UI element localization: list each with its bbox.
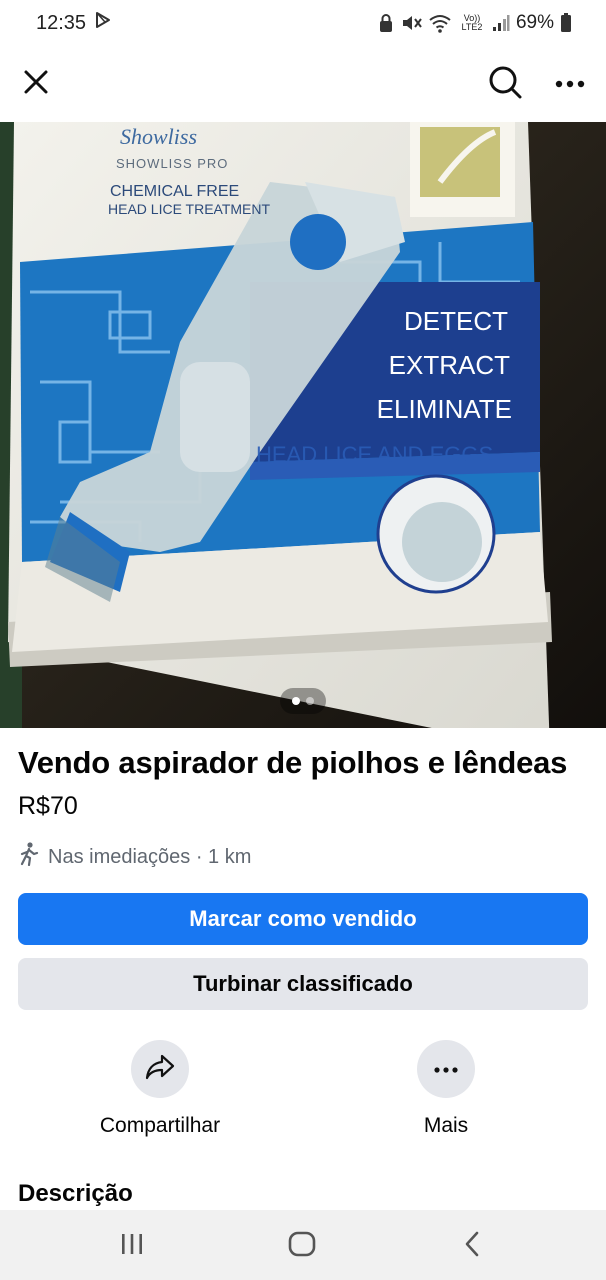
share-label: Compartilhar (99, 1114, 221, 1137)
share-button[interactable] (131, 1040, 189, 1098)
carousel-dot-active (292, 697, 300, 705)
photo-feature-extract: EXTRACT (389, 350, 510, 380)
back-chevron-icon (463, 1231, 481, 1262)
boost-listing-label: Turbinar classificado (193, 971, 413, 996)
product-photo-drawing: Showliss SHOWLISS PRO CHEMICAL FREE HEAD… (0, 122, 606, 728)
share-action[interactable]: Compartilhar (80, 1040, 240, 1138)
mute-icon (400, 13, 422, 33)
more-dots-icon (555, 75, 585, 93)
photo-feature-eliminate: ELIMINATE (377, 394, 512, 424)
lock-icon (378, 13, 394, 33)
more-label: Mais (423, 1114, 469, 1137)
photo-feature-sub: HEAD LICE AND EGGS (256, 442, 493, 467)
mark-as-sold-button[interactable]: Marcar como vendido (18, 893, 588, 945)
more-dots-icon (434, 1060, 458, 1078)
battery-icon (560, 13, 572, 33)
status-time: 12:35 (36, 11, 87, 34)
carousel-dot (306, 697, 314, 705)
status-right: Vo)) LTE2 69% (378, 12, 572, 34)
photo-feature-detect: DETECT (404, 306, 508, 336)
search-button[interactable] (484, 64, 526, 104)
recent-apps-button[interactable] (110, 1226, 154, 1266)
play-store-icon (94, 11, 112, 35)
battery-percent: 69% (515, 12, 554, 33)
walking-person-icon (18, 842, 40, 872)
close-button[interactable] (18, 64, 54, 104)
share-arrow-icon (145, 1054, 175, 1085)
system-navigation-bar (0, 1210, 606, 1280)
more-button[interactable] (417, 1040, 475, 1098)
location-row: Nas imediações · 1 km (18, 842, 251, 872)
signal-icon (492, 14, 510, 32)
close-icon (22, 68, 50, 101)
location-text: Nas imediações · 1 km (48, 845, 252, 868)
photo-tagline-2: HEAD LICE TREATMENT (108, 201, 271, 217)
photo-tagline-1: CHEMICAL FREE (110, 183, 239, 200)
product-photo[interactable]: Showliss SHOWLISS PRO CHEMICAL FREE HEAD… (0, 122, 606, 728)
carousel-indicator (280, 688, 326, 714)
home-icon (288, 1231, 316, 1262)
back-button[interactable] (450, 1226, 494, 1266)
description-heading: Descrição (18, 1180, 133, 1207)
top-nav (0, 56, 606, 112)
home-button[interactable] (280, 1226, 324, 1266)
network-label: Vo)) LTE2 (461, 13, 483, 32)
wifi-icon (428, 13, 452, 33)
status-left: 12:35 (36, 11, 112, 35)
listing-title: Vendo aspirador de piolhos e lêndeas (18, 745, 568, 780)
recent-apps-icon (120, 1233, 144, 1260)
boost-listing-button[interactable]: Turbinar classificado (18, 958, 588, 1010)
photo-brand-text: Showliss (120, 124, 197, 149)
listing-price: R$70 (18, 792, 78, 820)
search-icon (487, 64, 523, 105)
photo-brand-sub-text: SHOWLISS PRO (116, 156, 228, 171)
more-action[interactable]: Mais (366, 1040, 526, 1138)
mark-as-sold-label: Marcar como vendido (189, 906, 417, 931)
more-options-button[interactable] (550, 64, 590, 104)
status-bar: 12:35 Vo)) LTE2 69% (0, 0, 606, 46)
